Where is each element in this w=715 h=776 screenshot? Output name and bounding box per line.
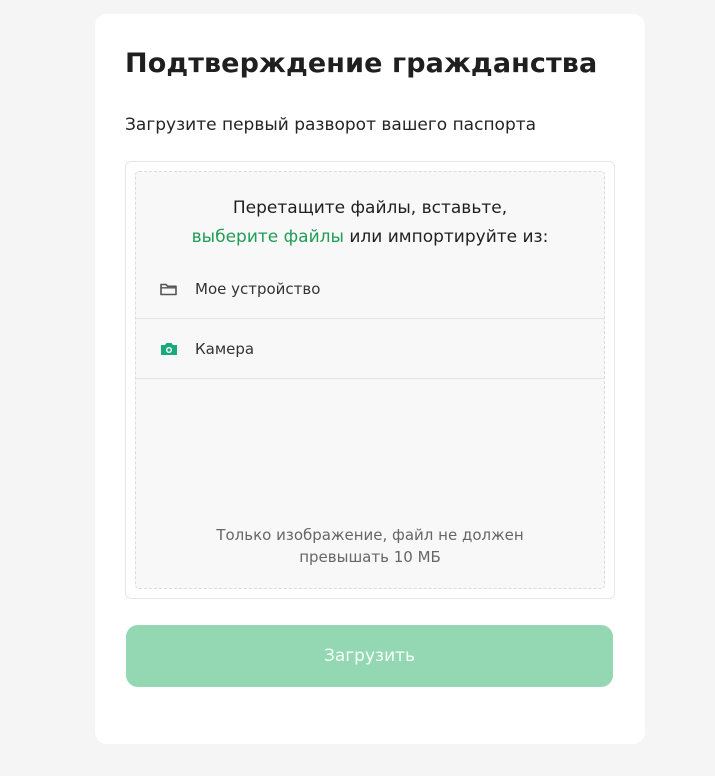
folder-icon: [158, 278, 180, 300]
drop-instructions: Перетащите файлы, вставьте, выберите фай…: [136, 194, 604, 252]
file-drop-zone[interactable]: Перетащите файлы, вставьте, выберите фай…: [135, 171, 605, 589]
browse-files-link[interactable]: выберите файлы: [192, 227, 344, 247]
page-subtitle: Загрузите первый разворот вашего паспорт…: [125, 115, 537, 135]
source-my-device[interactable]: Мое устройство: [136, 259, 604, 319]
page-title: Подтверждение гражданства: [125, 48, 598, 79]
source-camera[interactable]: Камера: [136, 319, 604, 379]
source-my-device-label: Мое устройство: [195, 279, 321, 298]
drop-instructions-line-1: Перетащите файлы, вставьте,: [232, 198, 508, 218]
file-restriction-line-1: Только изображение, файл не должен: [216, 526, 524, 544]
file-restriction-line-2: превышать 10 МБ: [299, 548, 441, 566]
source-camera-label: Камера: [195, 339, 255, 358]
import-source-list: Мое устройство Камера: [136, 259, 604, 379]
import-from-text: или импортируйте из:: [343, 227, 549, 247]
drop-instructions-line-2: выберите файлы или импортируйте из:: [136, 223, 604, 252]
file-restriction-note: Только изображение, файл не должен превы…: [136, 524, 604, 568]
passport-uploader[interactable]: Перетащите файлы, вставьте, выберите фай…: [125, 161, 615, 599]
citizenship-verification-card: Подтверждение гражданства Загрузите перв…: [95, 14, 645, 744]
upload-button[interactable]: Загрузить: [126, 625, 613, 687]
camera-icon: [158, 338, 180, 360]
